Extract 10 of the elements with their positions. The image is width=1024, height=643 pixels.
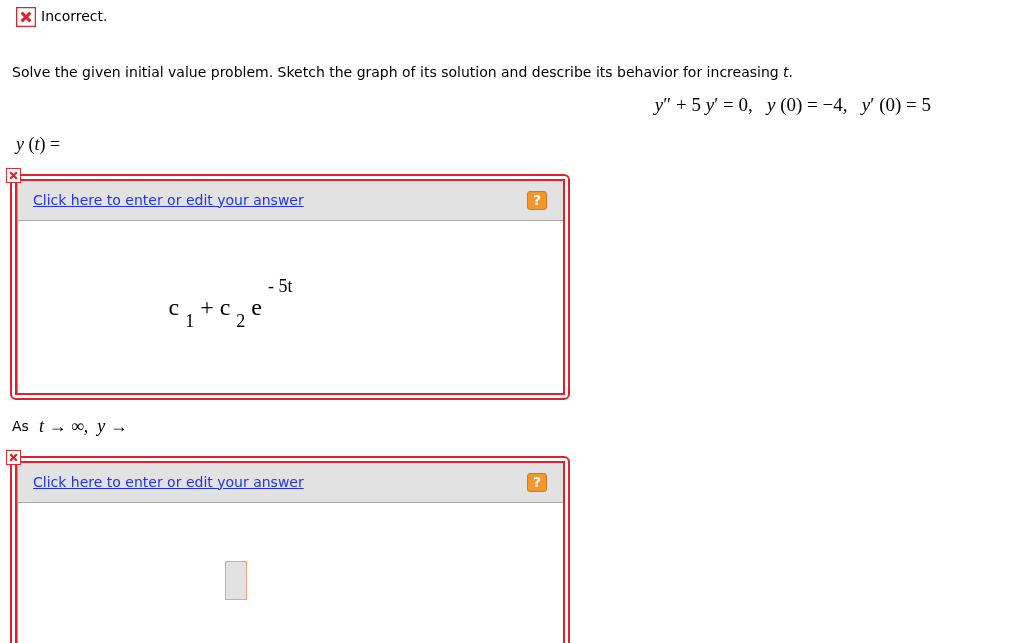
prompt-math: t → ∞, y → xyxy=(38,415,128,438)
answer-box[interactable]: Click here to enter or edit your answer ? xyxy=(10,455,570,643)
result-status: Incorrect. xyxy=(41,7,108,26)
prompt-label: As xyxy=(12,417,29,436)
equation: y″ + 5 y′ = 0, y (0) = −4, y′ (0) = 5 xyxy=(654,93,931,117)
prompt-math: y (t) = xyxy=(13,133,61,156)
empty-input-slot[interactable] xyxy=(224,561,247,600)
edit-answer-link[interactable]: Click here to enter or edit your answer xyxy=(33,471,304,493)
question-text: Solve the given initial value problem. Sketch the graph of its solution and describe its behavior for increasing t. xyxy=(11,63,795,82)
edit-answer-link[interactable]: Click here to enter or edit your answer xyxy=(33,189,304,211)
